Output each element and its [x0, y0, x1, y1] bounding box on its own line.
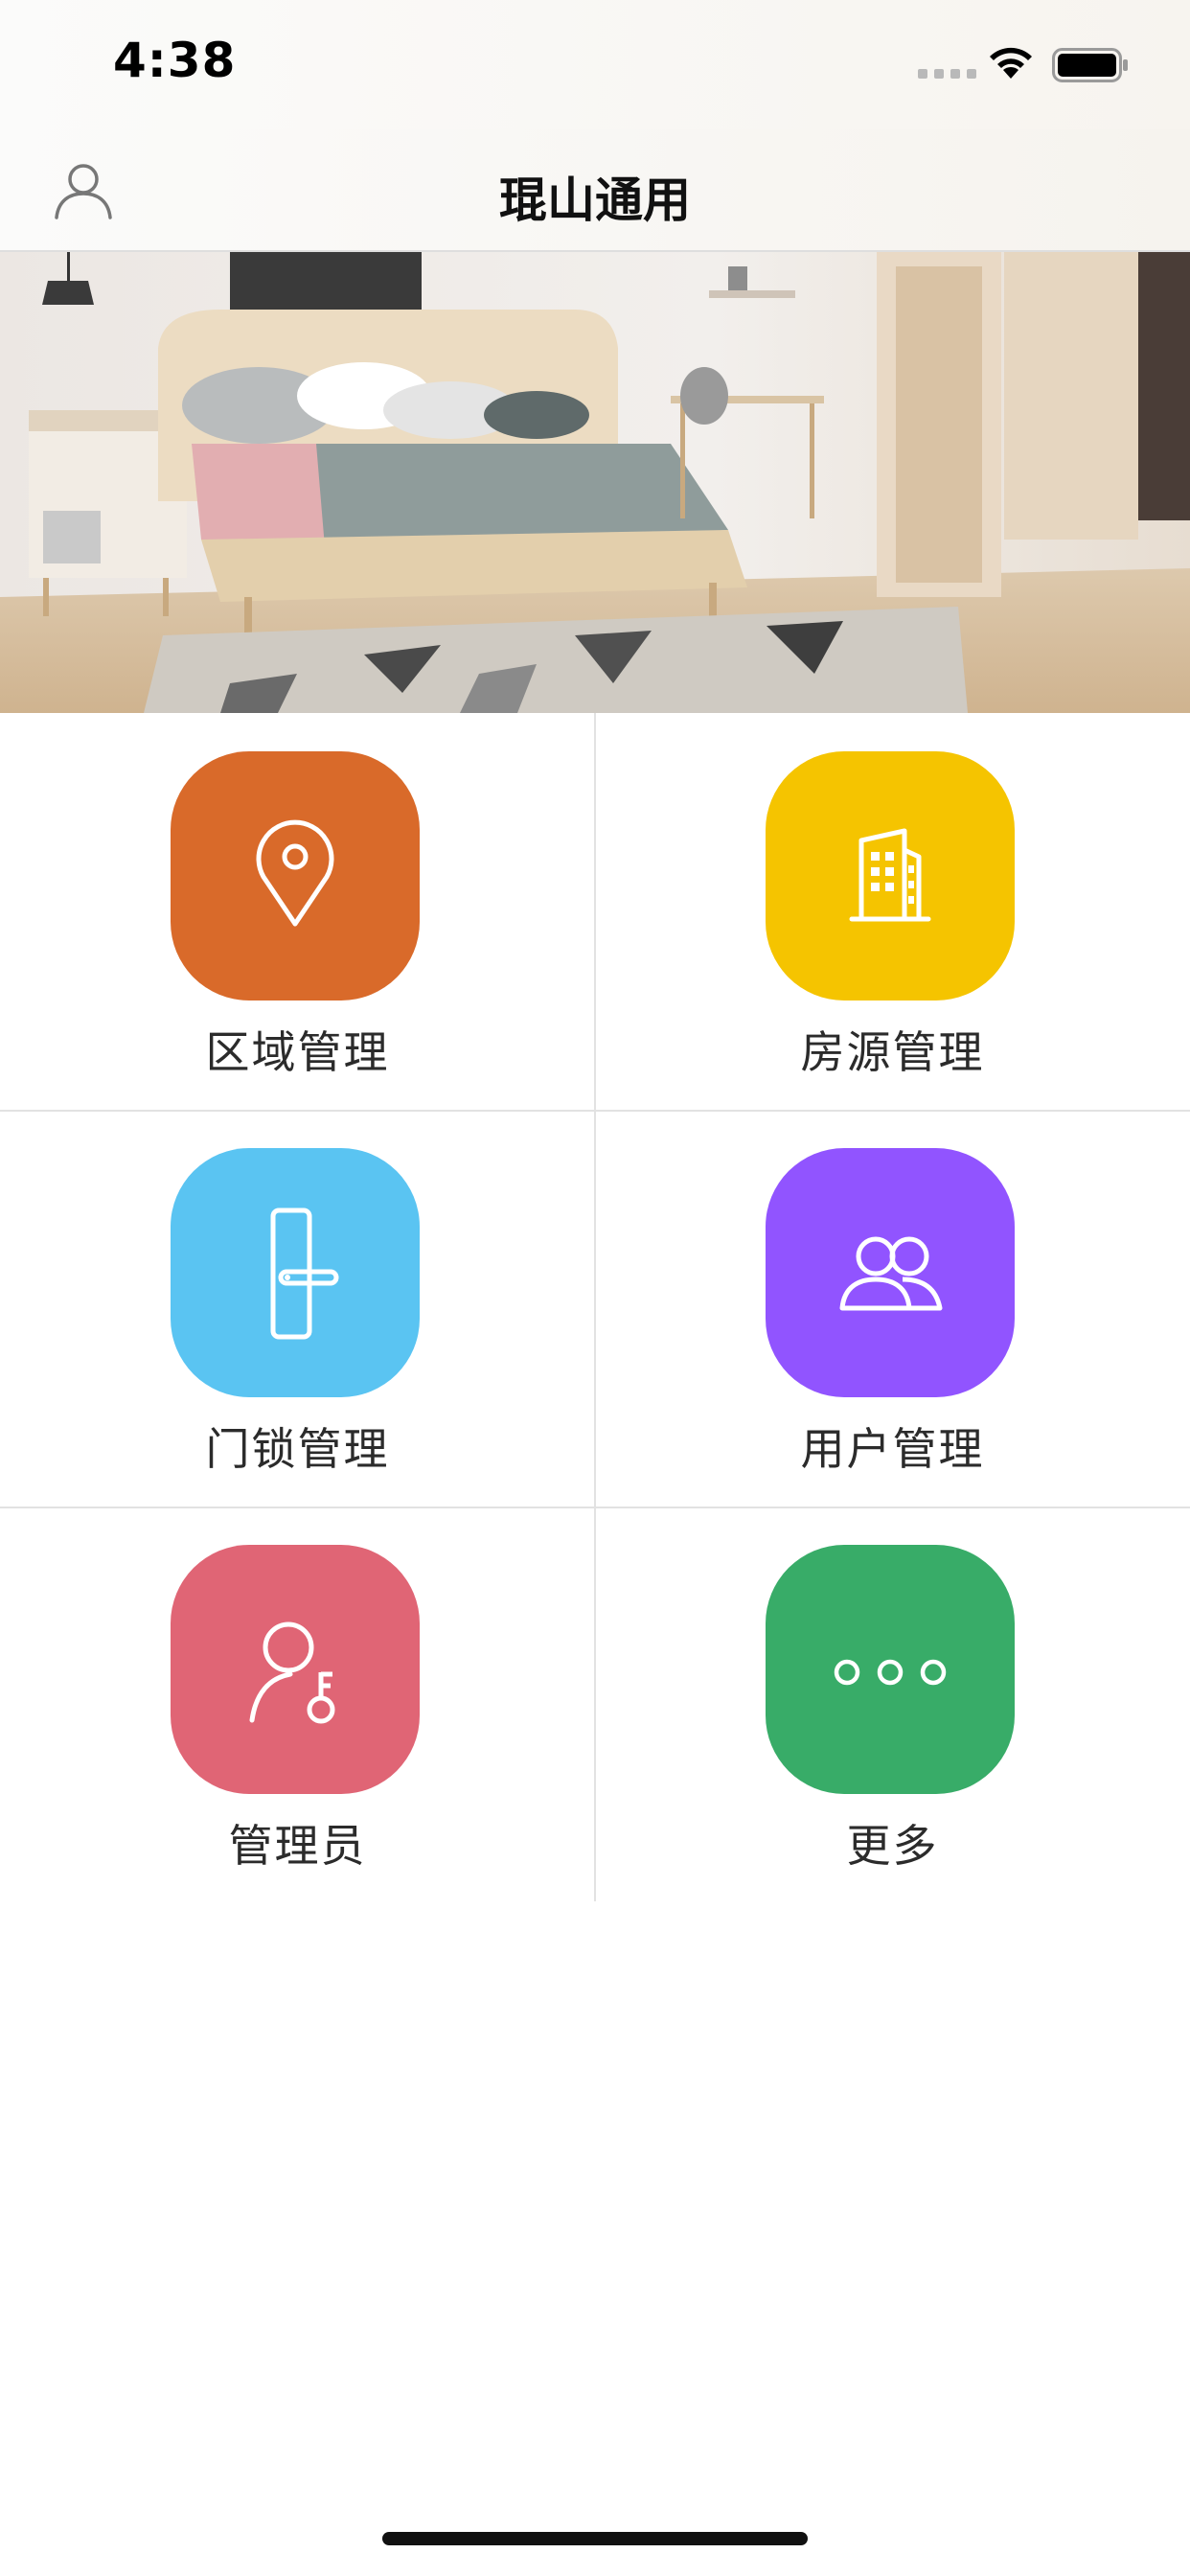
location-pin-icon [171, 751, 420, 1000]
menu-item-user-management[interactable]: 用户管理 [595, 1110, 1190, 1506]
home-indicator[interactable] [382, 2532, 808, 2545]
status-time: 4:38 [113, 33, 237, 88]
wifi-icon [990, 47, 1032, 79]
menu-item-door-lock-management[interactable]: 门锁管理 [0, 1110, 595, 1506]
menu-item-more[interactable]: 更多 [595, 1506, 1190, 1903]
banner-image [0, 252, 1190, 713]
cellular-signal-icon [918, 69, 976, 79]
menu-item-label: 更多 [846, 1820, 939, 1872]
menu-item-area-management[interactable]: 区域管理 [0, 713, 595, 1110]
navigation-bar: 琨山通用 [0, 129, 1190, 252]
building-icon [766, 751, 1015, 1000]
menu-grid: 区域管理 房源管理 门锁管理 用户管理 管理员 更多 [0, 713, 1190, 1899]
menu-item-label: 用户管理 [800, 1423, 985, 1475]
status-bar: 4:38 [0, 0, 1190, 129]
menu-item-property-management[interactable]: 房源管理 [595, 713, 1190, 1110]
door-lock-icon [171, 1148, 420, 1397]
admin-key-icon [171, 1545, 420, 1794]
menu-item-label: 管理员 [228, 1820, 367, 1872]
menu-item-label: 房源管理 [800, 1026, 985, 1078]
menu-item-label: 区域管理 [205, 1026, 390, 1078]
users-icon [766, 1148, 1015, 1397]
menu-item-label: 门锁管理 [205, 1423, 390, 1475]
page-title: 琨山通用 [499, 172, 691, 228]
menu-item-administrator[interactable]: 管理员 [0, 1506, 595, 1903]
battery-icon [1052, 48, 1128, 82]
more-dots-icon [766, 1545, 1015, 1794]
